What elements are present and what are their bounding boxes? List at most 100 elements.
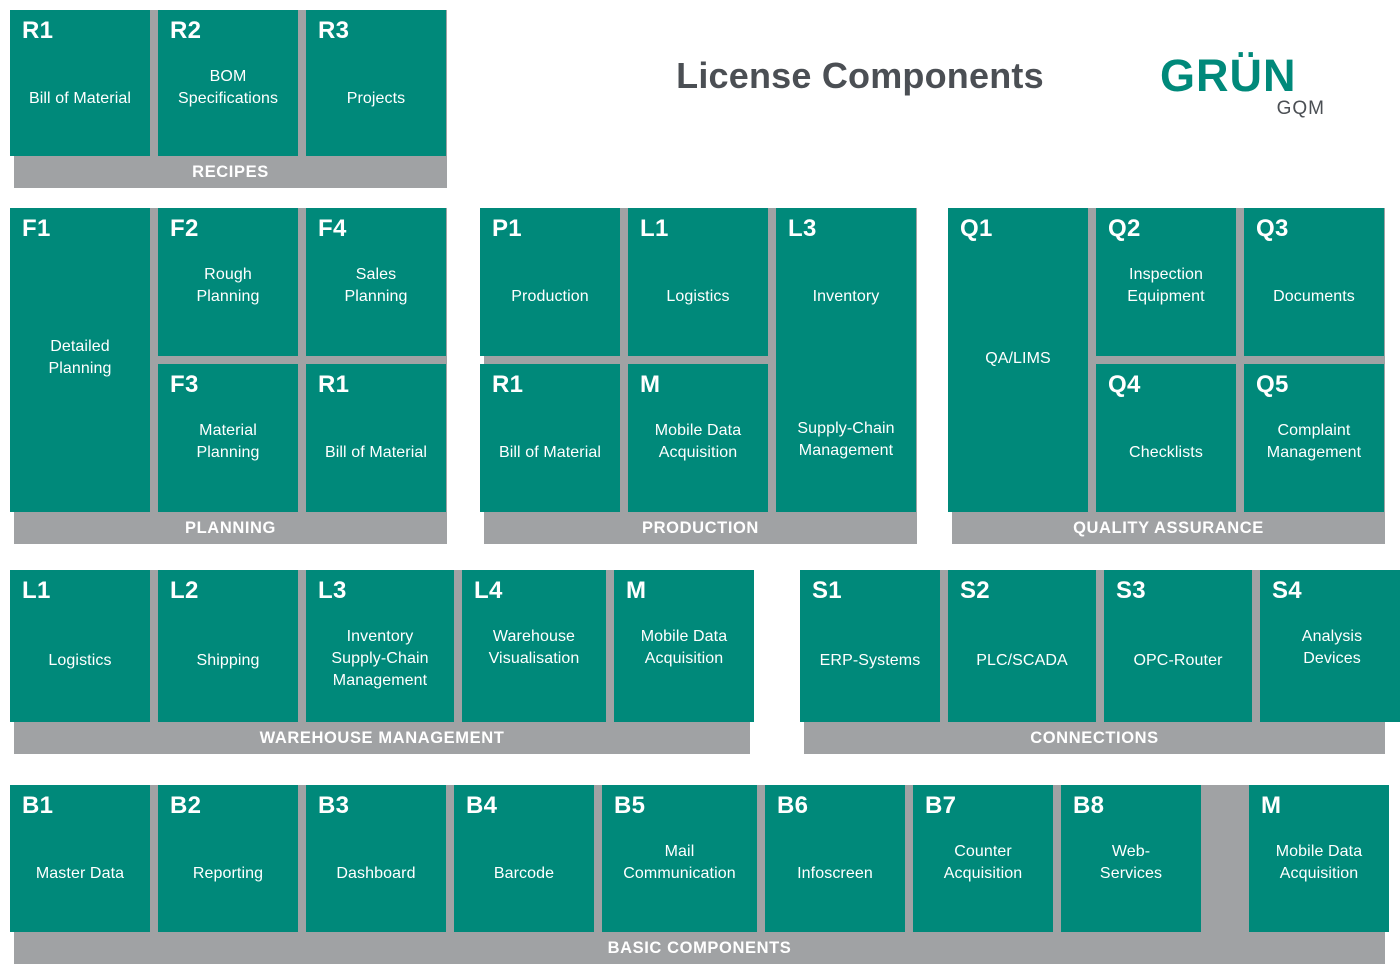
card-code: F3 — [170, 371, 199, 398]
card-code: B6 — [777, 792, 809, 819]
card-label: Analysis Devices — [1301, 628, 1363, 667]
card-code: F4 — [318, 215, 347, 242]
card-f2-rough-planning[interactable]: F2 Rough Planning — [158, 208, 298, 356]
card-label: Mobile Data Acquisition — [1275, 843, 1363, 882]
card-l3-inventory-supply-chain[interactable]: L3 Inventory Supply-Chain Management — [776, 208, 916, 512]
card-m-mobile-data-acquisition-basic[interactable]: M Mobile Data Acquisition — [1249, 785, 1389, 932]
card-code: R2 — [170, 17, 202, 44]
card-label: Master Data — [35, 865, 125, 882]
group-recipes: R1 Bill of Material R2 BOM Specification… — [10, 10, 447, 188]
group-planning-label: PLANNING — [185, 519, 276, 537]
card-b2-reporting[interactable]: B2 Reporting — [158, 785, 298, 932]
card-f3-material-planning[interactable]: F3 Material Planning — [158, 364, 298, 512]
card-code: L3 — [788, 215, 817, 242]
card-code: L1 — [22, 577, 51, 604]
card-label-secondary: Supply-Chain Management — [797, 420, 895, 459]
card-code: F2 — [170, 215, 199, 242]
group-quality-assurance-label: QUALITY ASSURANCE — [1073, 519, 1264, 537]
card-b5-mail-communication[interactable]: B5 Mail Communication — [602, 785, 757, 932]
card-code: L1 — [640, 215, 669, 242]
card-label: Mobile Data Acquisition — [640, 628, 728, 667]
group-connections: S1 ERP-Systems S2 PLC/SCADA S3 OPC-Route… — [800, 570, 1400, 754]
card-code: B1 — [22, 792, 54, 819]
card-s2-plc-scada[interactable]: S2 PLC/SCADA — [948, 570, 1096, 722]
card-q2-inspection-equipment[interactable]: Q2 Inspection Equipment — [1096, 208, 1236, 356]
card-r3-projects[interactable]: R3 Projects — [306, 10, 446, 156]
card-q3-documents[interactable]: Q3 Documents — [1244, 208, 1384, 356]
card-label: Material Planning — [196, 422, 260, 461]
card-f4-sales-planning[interactable]: F4 Sales Planning — [306, 208, 446, 356]
card-code: B4 — [466, 792, 498, 819]
grun-gqm-logo: GRÜN GQM — [1160, 52, 1330, 120]
group-quality-assurance: Q1 QA/LIMS Q2 Inspection Equipment Q3 Do… — [948, 208, 1385, 544]
card-code: R1 — [318, 371, 350, 398]
card-b7-counter-acquisition[interactable]: B7 Counter Acquisition — [913, 785, 1053, 932]
card-label: PLC/SCADA — [976, 652, 1068, 669]
card-code: R3 — [318, 17, 350, 44]
card-l3-inventory-supply-chain-management[interactable]: L3 Inventory Supply-Chain Management — [306, 570, 454, 722]
group-basic-components: B1 Master Data B2 Reporting B3 Dashboard… — [10, 780, 1389, 964]
card-b1-master-data[interactable]: B1 Master Data — [10, 785, 150, 932]
card-q5-complaint-management[interactable]: Q5 Complaint Management — [1244, 364, 1384, 512]
card-label: Dashboard — [336, 865, 416, 882]
card-code: S4 — [1272, 577, 1302, 604]
card-label: Barcode — [493, 865, 555, 882]
card-label: Bill of Material — [498, 444, 602, 461]
group-production: P1 Production L1 Logistics L3 Inventory … — [480, 208, 917, 544]
card-m-mobile-data-acquisition-production[interactable]: M Mobile Data Acquisition — [628, 364, 768, 512]
card-label: Mail Communication — [623, 843, 736, 882]
group-planning: F1 Detailed Planning F2 Rough Planning F… — [10, 208, 447, 544]
card-s1-erp-systems[interactable]: S1 ERP-Systems — [800, 570, 940, 722]
card-code: L2 — [170, 577, 199, 604]
card-label: Inventory — [812, 288, 880, 305]
card-s3-opc-router[interactable]: S3 OPC-Router — [1104, 570, 1252, 722]
card-b6-infoscreen[interactable]: B6 Infoscreen — [765, 785, 905, 932]
card-code: Q3 — [1256, 215, 1289, 242]
logo-subtitle: GQM — [1276, 98, 1325, 119]
card-f1-detailed-planning[interactable]: F1 Detailed Planning — [10, 208, 150, 512]
card-r1-bill-of-material-production[interactable]: R1 Bill of Material — [480, 364, 620, 512]
card-m-mobile-data-acquisition-warehouse[interactable]: M Mobile Data Acquisition — [614, 570, 754, 722]
card-label: Projects — [346, 90, 406, 107]
card-label: Counter Acquisition — [943, 843, 1023, 882]
card-b8-web-services[interactable]: B8 Web- Services — [1061, 785, 1201, 932]
group-basic-components-label: BASIC COMPONENTS — [607, 939, 792, 957]
card-label: Inspection Equipment — [1127, 266, 1205, 305]
card-label: Logistics — [48, 652, 112, 669]
card-l4-warehouse-visualisation[interactable]: L4 Warehouse Visualisation — [462, 570, 606, 722]
card-label: Complaint Management — [1266, 422, 1362, 461]
card-r2-bom-specifications[interactable]: R2 BOM Specifications — [158, 10, 298, 156]
card-r1-bill-of-material-planning[interactable]: R1 Bill of Material — [306, 364, 446, 512]
card-label: Production — [511, 288, 589, 305]
card-code: S3 — [1116, 577, 1146, 604]
card-l1-logistics[interactable]: L1 Logistics — [628, 208, 768, 356]
card-b3-dashboard[interactable]: B3 Dashboard — [306, 785, 446, 932]
group-recipes-label: RECIPES — [192, 163, 269, 181]
card-label: Web- Services — [1099, 843, 1163, 882]
card-r1-bill-of-material[interactable]: R1 Bill of Material — [10, 10, 150, 156]
card-label: Checklists — [1129, 444, 1203, 461]
card-q1-qa-lims[interactable]: Q1 QA/LIMS — [948, 208, 1088, 512]
card-code: S1 — [812, 577, 842, 604]
card-s4-analysis-devices[interactable]: S4 Analysis Devices — [1260, 570, 1400, 722]
card-label: BOM Specifications — [177, 68, 279, 107]
page-title: License Components — [676, 55, 1044, 96]
group-connections-label: CONNECTIONS — [1030, 729, 1159, 747]
card-code: L3 — [318, 577, 347, 604]
card-code: F1 — [22, 215, 51, 242]
card-l2-shipping[interactable]: L2 Shipping — [158, 570, 298, 722]
card-label: OPC-Router — [1133, 652, 1223, 669]
card-l1-logistics-warehouse[interactable]: L1 Logistics — [10, 570, 150, 722]
card-label: QA/LIMS — [985, 350, 1051, 367]
card-code: B3 — [318, 792, 350, 819]
card-b4-barcode[interactable]: B4 Barcode — [454, 785, 594, 932]
card-code: Q1 — [960, 215, 993, 242]
card-code: Q4 — [1108, 371, 1141, 398]
card-p1-production[interactable]: P1 Production — [480, 208, 620, 356]
card-code: B2 — [170, 792, 202, 819]
card-label: Rough Planning — [196, 266, 260, 305]
group-production-label: PRODUCTION — [642, 519, 759, 537]
card-label: Mobile Data Acquisition — [654, 422, 742, 461]
card-q4-checklists[interactable]: Q4 Checklists — [1096, 364, 1236, 512]
card-label: Warehouse Visualisation — [488, 628, 580, 667]
